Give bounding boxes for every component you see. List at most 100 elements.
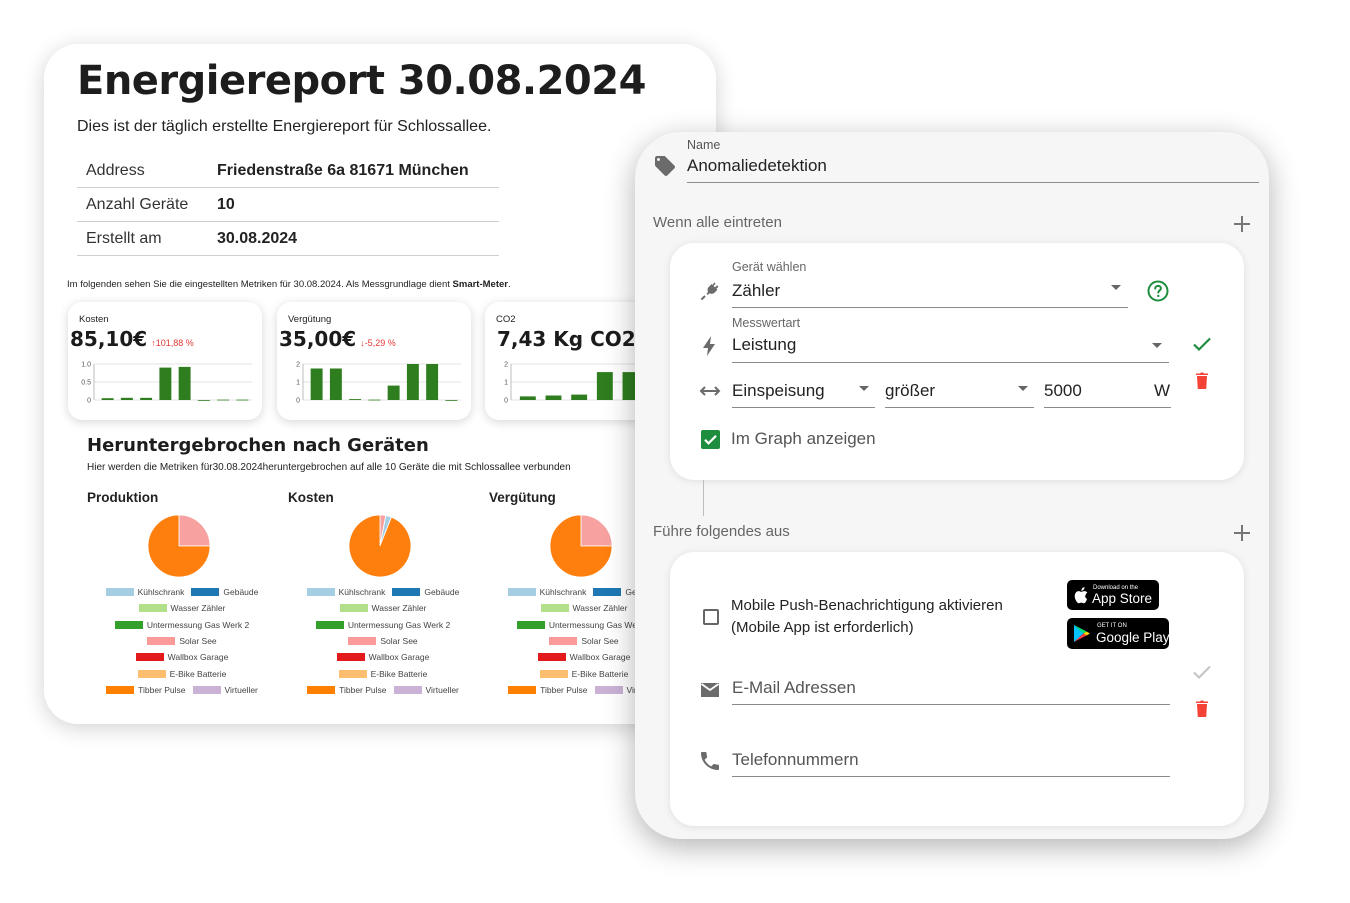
add-action-plus-icon[interactable]	[1233, 524, 1251, 542]
legend-label: Virtueller	[224, 684, 258, 695]
email-input[interactable]: E-Mail Adressen	[732, 678, 856, 698]
legend-swatch	[393, 685, 422, 694]
y-tick-label: 2	[504, 362, 508, 369]
device-chevron-down-icon[interactable]	[1111, 285, 1121, 290]
device-select-underline	[732, 307, 1128, 308]
legend-item: Untermessung Gas Werk 2	[315, 619, 451, 630]
energy-report-card: Energiereport 30.08.2024 Dies ist der tä…	[44, 44, 716, 724]
metric-delta: ↓-5,29 %	[360, 338, 396, 348]
tag-icon	[655, 156, 675, 176]
y-tick-label: 2	[296, 362, 300, 369]
metric-label: Kosten	[79, 314, 109, 325]
legend-item: Untermessung Gas Werk 2	[114, 620, 249, 630]
info-key: Erstellt am	[86, 229, 162, 247]
bar	[140, 397, 153, 400]
legend-swatch	[594, 685, 623, 694]
bar	[120, 397, 133, 400]
legend-item: Wasser Zähler	[339, 603, 426, 613]
y-tick-label: 0	[504, 398, 508, 405]
device-select-label: Gerät wählen	[732, 260, 807, 274]
legend-label: Solar See	[380, 636, 418, 647]
show-in-graph-checkbox[interactable]	[701, 430, 720, 449]
delete-action-trash-icon[interactable]	[1190, 697, 1214, 721]
phone-input[interactable]: Telefonnummern	[732, 750, 859, 770]
name-field[interactable]: Anomaliedetektion	[687, 156, 827, 176]
legend-row: Wallbox Garage	[288, 649, 478, 665]
legend-label: Tibber Pulse	[540, 684, 588, 695]
measure-select-label: Messwertart	[732, 316, 801, 330]
app-store-badge[interactable]: Download on the App Store	[1067, 580, 1159, 610]
legend-label: Gebäude	[223, 587, 259, 598]
confirm-check-icon[interactable]	[1190, 332, 1214, 356]
measure-select[interactable]: Leistung	[732, 335, 796, 355]
legend-row: Kühlschrank Gebäude	[87, 584, 277, 600]
kosten-pie-chart	[348, 514, 412, 578]
legend-label: Solar See	[581, 636, 619, 647]
bar	[596, 372, 613, 400]
legend-label: Wasser Zähler	[170, 603, 226, 614]
info-row-address: Address Friedenstraße 6a 81671 München	[77, 154, 499, 188]
legend-item: Kühlschrank	[507, 587, 586, 597]
legend-swatch	[192, 685, 221, 694]
report-intro: Im folgenden sehen Sie die eingestellten…	[67, 279, 511, 290]
legend-label: Untermessung Gas Werk 2	[347, 619, 451, 630]
google-play-badge[interactable]: GET IT ON Google Play	[1067, 618, 1170, 649]
bar	[426, 364, 439, 400]
legend-label: E-Bike Batterie	[169, 668, 227, 679]
breakdown-title: Heruntergebrochen nach Geräten	[87, 435, 429, 456]
metric-value-text: 7,43 Kg CO2	[497, 327, 636, 351]
legend-swatch	[307, 685, 336, 694]
metric-card-kosten: Kosten 85,10€ ↑101,88 % 0 0.5 1.0	[68, 302, 262, 420]
legend-label: Wallbox Garage	[368, 652, 430, 663]
legend-row: Untermessung Gas Werk 2	[87, 617, 277, 633]
legend-row: Solar See	[288, 633, 478, 649]
legend-swatch	[338, 669, 367, 678]
legend-item: Kühlschrank	[306, 587, 385, 597]
legend-label: Wasser Zähler	[572, 603, 628, 614]
legend-swatch	[348, 637, 377, 646]
device-select[interactable]: Zähler	[732, 281, 780, 301]
legend-label: E-Bike Batterie	[571, 668, 629, 679]
google-play-label: Google Play	[1096, 630, 1170, 645]
delete-condition-trash-icon[interactable]	[1190, 369, 1214, 393]
intro-text: Im folgenden sehen Sie die eingestellten…	[67, 279, 453, 290]
legend-swatch	[336, 653, 365, 662]
add-condition-plus-icon[interactable]	[1233, 215, 1251, 233]
comparator-select[interactable]: größer	[885, 381, 935, 401]
push-notification-checkbox[interactable]	[703, 609, 719, 625]
breakdown-subtitle: Hier werden die Metriken für30.08.2024he…	[87, 462, 571, 473]
legend-label: Kühlschrank	[137, 587, 185, 598]
info-value: 10	[217, 195, 235, 213]
info-value: Friedenstraße 6a 81671 München	[217, 161, 469, 179]
section-connector	[703, 480, 704, 516]
legend-swatch	[138, 604, 167, 613]
legend-item: Virtueller	[393, 685, 459, 695]
direction-select[interactable]: Einspeisung	[732, 381, 825, 401]
pie-title: Produktion	[87, 490, 159, 505]
bar	[387, 385, 400, 400]
comparator-chevron-down-icon[interactable]	[1018, 386, 1028, 391]
pie-slice	[580, 514, 613, 547]
legend-row: Untermessung Gas Werk 2	[288, 617, 478, 633]
legend-swatch	[306, 588, 335, 597]
confirm-check-icon[interactable]	[1190, 660, 1214, 684]
threshold-input[interactable]: 5000	[1044, 381, 1082, 401]
bar	[197, 400, 210, 401]
info-key: Address	[86, 161, 145, 179]
push-notification-hint: (Mobile App ist erforderlich)	[731, 619, 914, 636]
y-tick-label: 0	[87, 398, 91, 405]
legend-swatch	[339, 604, 368, 613]
measure-chevron-down-icon[interactable]	[1152, 343, 1162, 348]
conditions-section-label: Wenn alle eintreten	[653, 214, 782, 231]
y-tick-label: 0.5	[81, 380, 91, 387]
metric-value-text: 35,00€	[279, 327, 357, 351]
legend-swatch	[191, 588, 220, 597]
measure-select-underline	[732, 362, 1169, 363]
report-subtitle: Dies ist der täglich erstellte Energiere…	[77, 118, 492, 135]
legend-swatch	[593, 588, 622, 597]
help-icon[interactable]	[1146, 279, 1170, 303]
y-tick-label: 0	[296, 398, 300, 405]
direction-chevron-down-icon[interactable]	[859, 386, 869, 391]
legend-label: Wallbox Garage	[167, 652, 229, 663]
legend-swatch	[114, 620, 143, 629]
